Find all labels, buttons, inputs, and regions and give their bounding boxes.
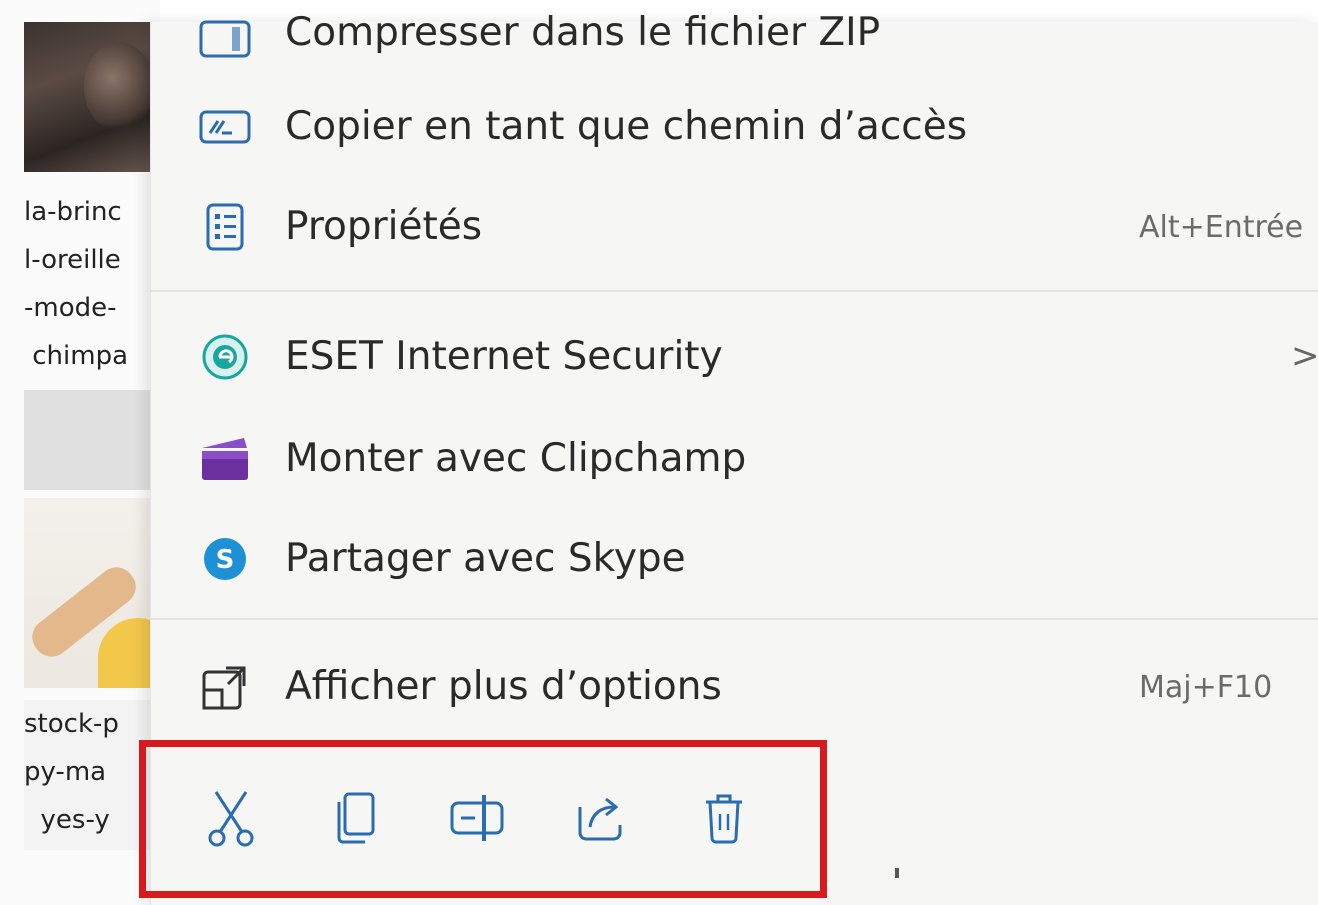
menu-item-label: Partager avec Skype	[285, 536, 686, 581]
zip-icon	[196, 10, 254, 68]
menu-item-label: Compresser dans le fichier ZIP	[285, 10, 881, 55]
menu-separator	[151, 290, 1318, 292]
selected-file-highlight	[24, 390, 160, 490]
clipchamp-icon	[196, 430, 254, 488]
skype-icon: S	[196, 530, 254, 588]
cut-button[interactable]	[196, 785, 266, 855]
file-name-label: la-brinc l-oreille -mode- chimpa	[24, 197, 129, 371]
menu-item-skype[interactable]: S Partager avec Skype	[151, 510, 1318, 606]
svg-text:S: S	[216, 545, 235, 575]
menu-item-show-more-options[interactable]: Afficher plus d’options Maj+F10	[151, 638, 1318, 734]
menu-item-label: Afficher plus d’options	[285, 664, 722, 709]
menu-separator	[151, 618, 1318, 620]
eset-icon	[196, 328, 254, 386]
menu-item-compress-zip[interactable]: Compresser dans le fichier ZIP	[151, 0, 1318, 76]
file-thumbnail-stock-photo[interactable]	[24, 498, 160, 688]
trash-icon	[700, 790, 748, 850]
menu-item-label: Copier en tant que chemin d’accès	[285, 104, 968, 149]
menu-item-copy-as-path[interactable]: Copier en tant que chemin d’accès	[151, 78, 1318, 174]
copy-button[interactable]	[321, 785, 391, 855]
menu-item-label: Monter avec Clipchamp	[285, 436, 747, 481]
background-artifact	[895, 868, 899, 878]
menu-item-shortcut: Alt+Entrée	[1139, 210, 1304, 245]
share-icon	[574, 793, 628, 847]
file-thumbnail-chimpanzee[interactable]	[24, 22, 160, 172]
rename-icon	[449, 793, 507, 847]
path-copy-icon	[196, 98, 254, 156]
menu-item-label: Propriétés	[285, 204, 483, 249]
menu-item-label: ESET Internet Security	[285, 334, 723, 379]
delete-button[interactable]	[689, 785, 759, 855]
scissors-icon	[204, 788, 258, 852]
menu-item-shortcut: Maj+F10	[1139, 670, 1273, 705]
properties-icon	[196, 198, 254, 256]
chevron-right-icon: >	[1291, 336, 1318, 376]
rename-button[interactable]	[443, 785, 513, 855]
menu-item-clipchamp[interactable]: Monter avec Clipchamp	[151, 410, 1318, 506]
more-options-icon	[196, 658, 254, 716]
quick-actions-toolbar	[139, 740, 827, 898]
menu-item-properties[interactable]: Propriétés Alt+Entrée	[151, 178, 1318, 274]
copy-icon	[331, 790, 381, 850]
menu-item-eset[interactable]: ESET Internet Security >	[151, 308, 1318, 404]
file-explorer-background: la-brinc l-oreille -mode- chimpa stock-p…	[0, 0, 160, 905]
share-button[interactable]	[566, 785, 636, 855]
context-menu: Compresser dans le fichier ZIP Copier en…	[139, 10, 1318, 905]
